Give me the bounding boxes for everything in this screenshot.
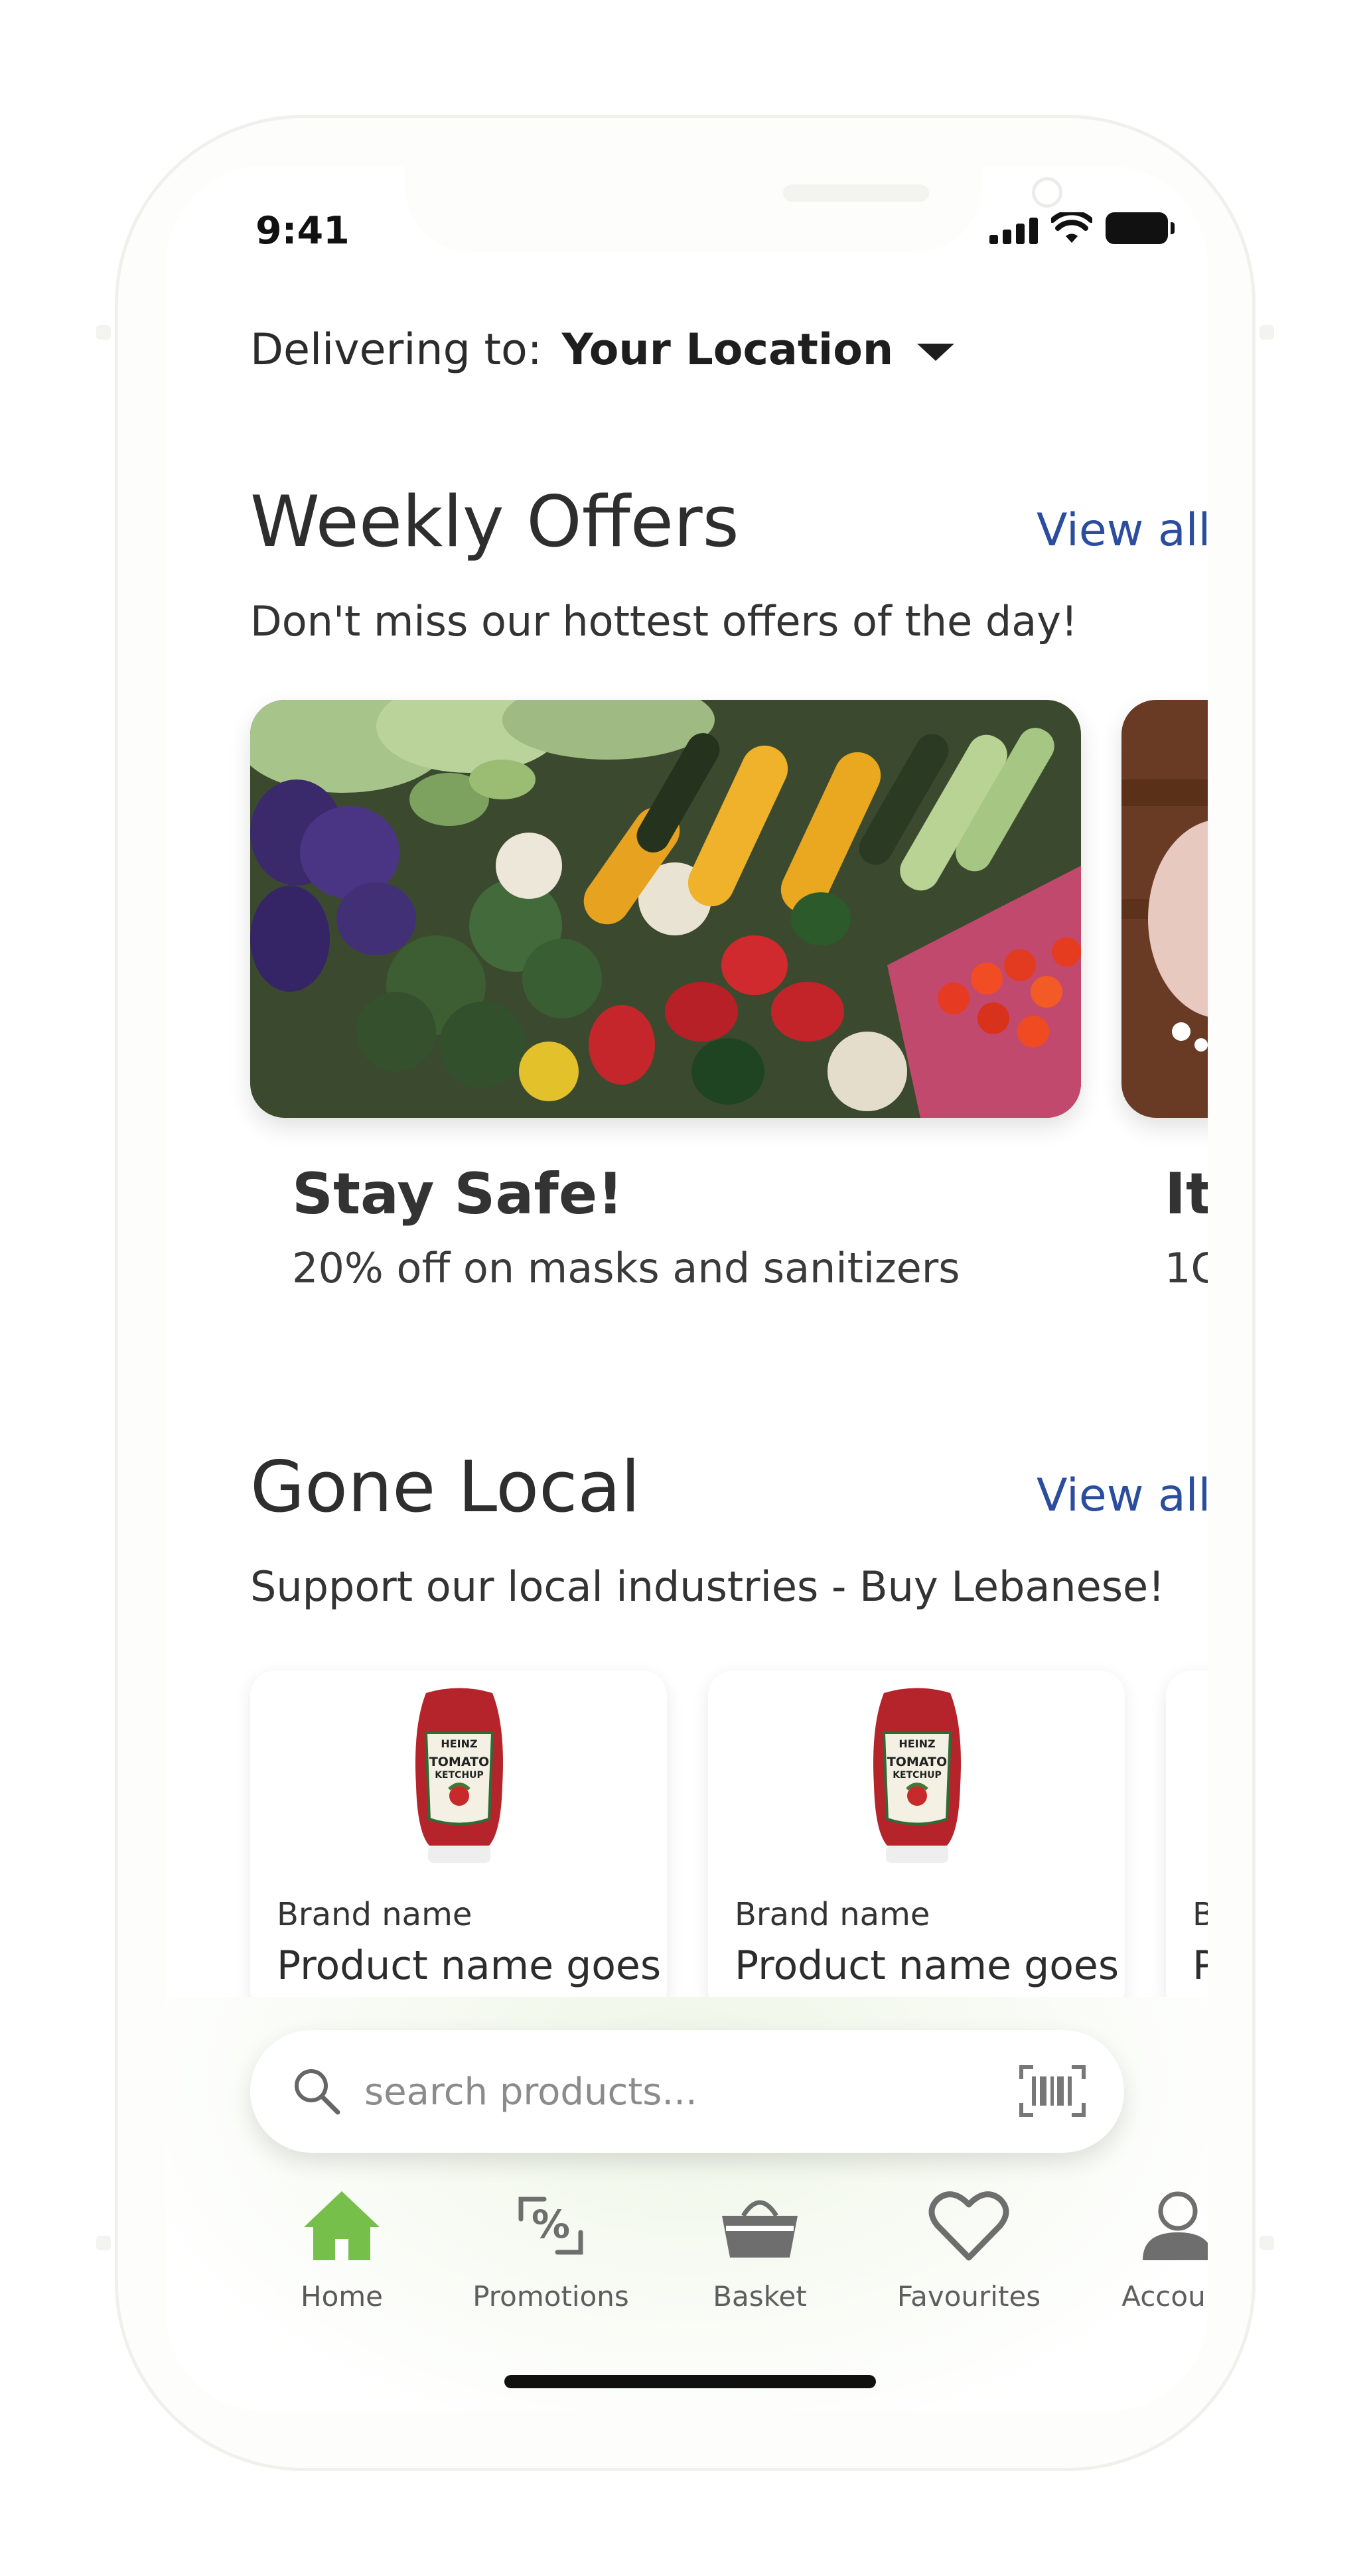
product-card[interactable]: B P [1166, 1670, 1208, 2015]
promotions-icon: % [518, 2197, 583, 2255]
bottom-tab-bar: Home % Promotions Basket Favourites Acco… [166, 2186, 1208, 2339]
tab-promotions[interactable]: % Promotions [451, 2186, 650, 2339]
tab-label: Account [1121, 2280, 1208, 2313]
offer-description: 20% off on masks and sanitizers [292, 1244, 960, 1292]
device-side-button-right-bottom [1260, 2236, 1274, 2250]
weekly-offers-subtitle: Don't miss our hottest offers of the day… [250, 597, 1078, 645]
product-name: Product name goes [735, 1942, 1119, 1989]
account-icon [1143, 2191, 1208, 2260]
tab-label: Basket [713, 2280, 807, 2313]
vegetables-image [250, 700, 1081, 1118]
speaker-grille [783, 184, 929, 202]
food-image [1121, 700, 1208, 1118]
home-icon [304, 2191, 380, 2260]
app-screen: 9:41 Delivering to: Your Location Weekly… [166, 166, 1208, 2411]
offer-title: Stay Safe! [292, 1161, 624, 1227]
wifi-icon [1051, 212, 1092, 243]
tab-home[interactable]: Home [242, 2186, 441, 2339]
offer-title: It' [1165, 1161, 1208, 1227]
ketchup-label-brand: HEINZ [441, 1737, 477, 1750]
cellular-signal-icon [989, 215, 1038, 244]
product-name: P [1192, 1942, 1208, 1989]
home-indicator [504, 2375, 876, 2388]
delivery-location-selector[interactable]: Delivering to: Your Location [250, 325, 955, 375]
search-bar[interactable] [250, 2030, 1124, 2153]
tab-label: Promotions [472, 2280, 629, 2313]
status-icons [989, 211, 1175, 244]
product-image: HEINZ TOMATO KETCHUP [873, 1688, 961, 1863]
offer-description: 1C [1165, 1244, 1208, 1292]
basket-icon [722, 2200, 798, 2258]
product-image: HEINZ TOMATO KETCHUP [415, 1688, 503, 1863]
ketchup-label-main: TOMATO [429, 1755, 489, 1769]
barcode-scan-icon[interactable] [1019, 2065, 1086, 2118]
search-input[interactable] [363, 2060, 963, 2124]
product-brand: Brand name [277, 1896, 472, 1933]
device-side-button-left-top [96, 325, 111, 340]
product-card[interactable]: HEINZ TOMATO KETCHUP Brand name Product … [250, 1670, 667, 2015]
tab-label: Favourites [897, 2280, 1041, 2313]
gone-local-title: Gone Local [250, 1446, 640, 1528]
offer-card[interactable] [1121, 700, 1208, 1118]
svg-text:%: % [532, 2202, 570, 2247]
product-name: Product name goes [277, 1942, 662, 1989]
ketchup-label-sub: KETCHUP [893, 1770, 942, 1781]
tab-favourites[interactable]: Favourites [869, 2186, 1068, 2339]
gone-local-subtitle: Support our local industries - Buy Leban… [250, 1562, 1165, 1611]
delivery-location: Your Location [561, 325, 894, 375]
search-icon [295, 2069, 340, 2115]
product-card[interactable]: HEINZ TOMATO KETCHUP Brand name Product … [708, 1670, 1125, 2015]
heart-icon [928, 2191, 1009, 2261]
device-side-button-right-top [1260, 325, 1274, 340]
weekly-offers-view-all-link[interactable]: View all [1037, 504, 1208, 557]
tab-account[interactable]: Account [1078, 2186, 1208, 2339]
notch [405, 166, 1062, 252]
ketchup-label-brand: HEINZ [899, 1737, 935, 1750]
product-brand: Brand name [735, 1896, 930, 1933]
caret-down-icon [917, 343, 955, 361]
offer-card[interactable] [250, 700, 1081, 1118]
ketchup-label-sub: KETCHUP [435, 1770, 484, 1781]
gone-local-view-all-link[interactable]: View all [1037, 1469, 1208, 1522]
status-time: 9:41 [255, 209, 350, 253]
tab-basket[interactable]: Basket [660, 2186, 859, 2339]
front-camera [1032, 177, 1062, 208]
battery-icon [1106, 212, 1175, 244]
weekly-offers-title: Weekly Offers [250, 481, 739, 563]
delivering-label: Delivering to: [250, 325, 542, 375]
product-brand: B [1192, 1896, 1208, 1933]
device-side-button-left-bottom [96, 2236, 111, 2250]
ketchup-label-main: TOMATO [887, 1755, 947, 1769]
tab-label: Home [300, 2280, 384, 2313]
